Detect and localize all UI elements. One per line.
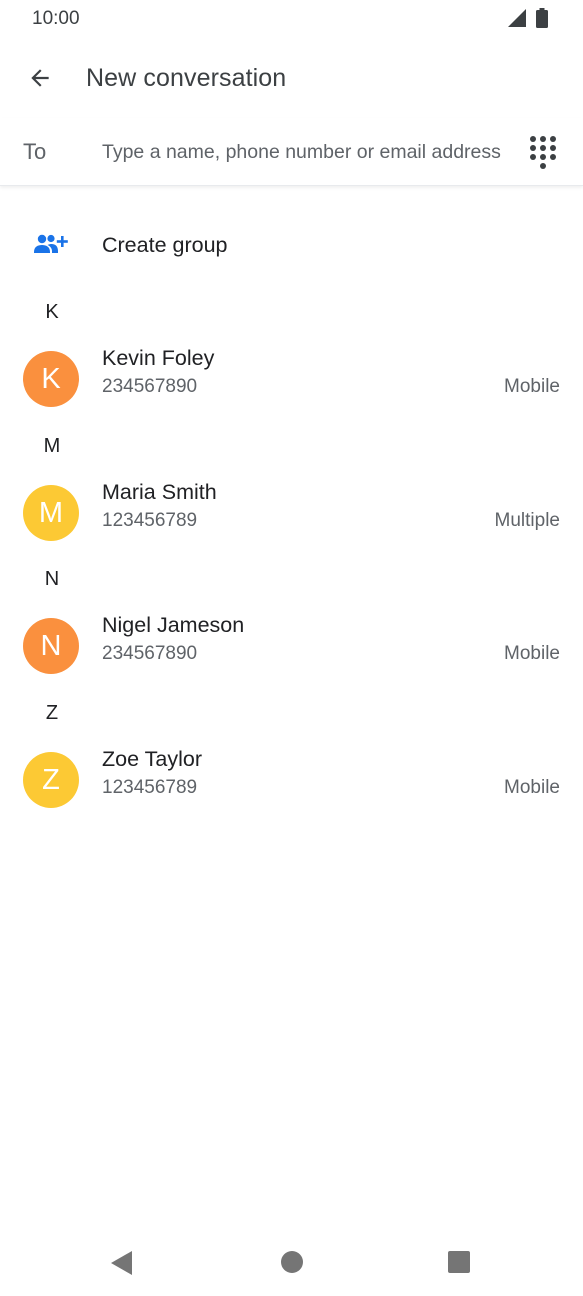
contact-name: Nigel Jameson: [102, 613, 245, 637]
contact-number: 234567890: [102, 643, 198, 664]
toolbar: New conversation: [0, 44, 583, 112]
avatar: K: [23, 351, 79, 407]
nav-back-icon[interactable]: [110, 1250, 134, 1276]
status-time: 10:00: [32, 8, 80, 29]
to-label: To: [23, 139, 47, 164]
contact-type: Multiple: [494, 510, 560, 531]
avatar: N: [23, 618, 79, 674]
section-header-z: Z: [45, 702, 59, 724]
new-conversation-screen: 10:00 New conversation To Type a name, p…: [0, 0, 583, 1296]
contact-number: 123456789: [102, 777, 198, 798]
contact-row-nigel-jameson[interactable]: N Nigel Jameson 234567890 Mobile: [0, 607, 583, 687]
contact-row-zoe-taylor[interactable]: Z Zoe Taylor 123456789 Mobile: [0, 741, 583, 821]
section-header-n: N: [44, 568, 60, 590]
nav-home-icon[interactable]: [281, 1251, 303, 1273]
cell-signal-icon: [508, 9, 526, 27]
dialpad-icon[interactable]: [526, 132, 560, 172]
nav-recents-icon[interactable]: [448, 1251, 470, 1273]
group-add-icon: [34, 234, 68, 253]
avatar: M: [23, 485, 79, 541]
status-bar: 10:00: [0, 0, 583, 40]
contact-number: 123456789: [102, 510, 198, 531]
avatar: Z: [23, 752, 79, 808]
arrow-back-icon: [31, 69, 49, 87]
page-title: New conversation: [86, 64, 287, 92]
create-group-label: Create group: [102, 233, 228, 257]
battery-icon: [536, 8, 548, 28]
contact-type: Mobile: [504, 643, 560, 664]
contact-number: 234567890: [102, 376, 198, 397]
recipient-row: To: [0, 118, 583, 186]
section-header-m: M: [43, 435, 61, 457]
contact-row-maria-smith[interactable]: M Maria Smith 123456789 Multiple: [0, 474, 583, 554]
contact-row-kevin-foley[interactable]: K Kevin Foley 234567890 Mobile: [0, 340, 583, 420]
contact-type: Mobile: [504, 376, 560, 397]
contact-name: Kevin Foley: [102, 346, 215, 370]
create-group-button[interactable]: Create group: [0, 212, 583, 278]
system-nav-bar: [0, 1226, 583, 1296]
back-button[interactable]: [20, 58, 60, 98]
contact-type: Mobile: [504, 777, 560, 798]
recipient-input[interactable]: [102, 134, 517, 170]
contact-name: Zoe Taylor: [102, 747, 202, 771]
contact-name: Maria Smith: [102, 480, 217, 504]
section-header-k: K: [45, 301, 59, 323]
